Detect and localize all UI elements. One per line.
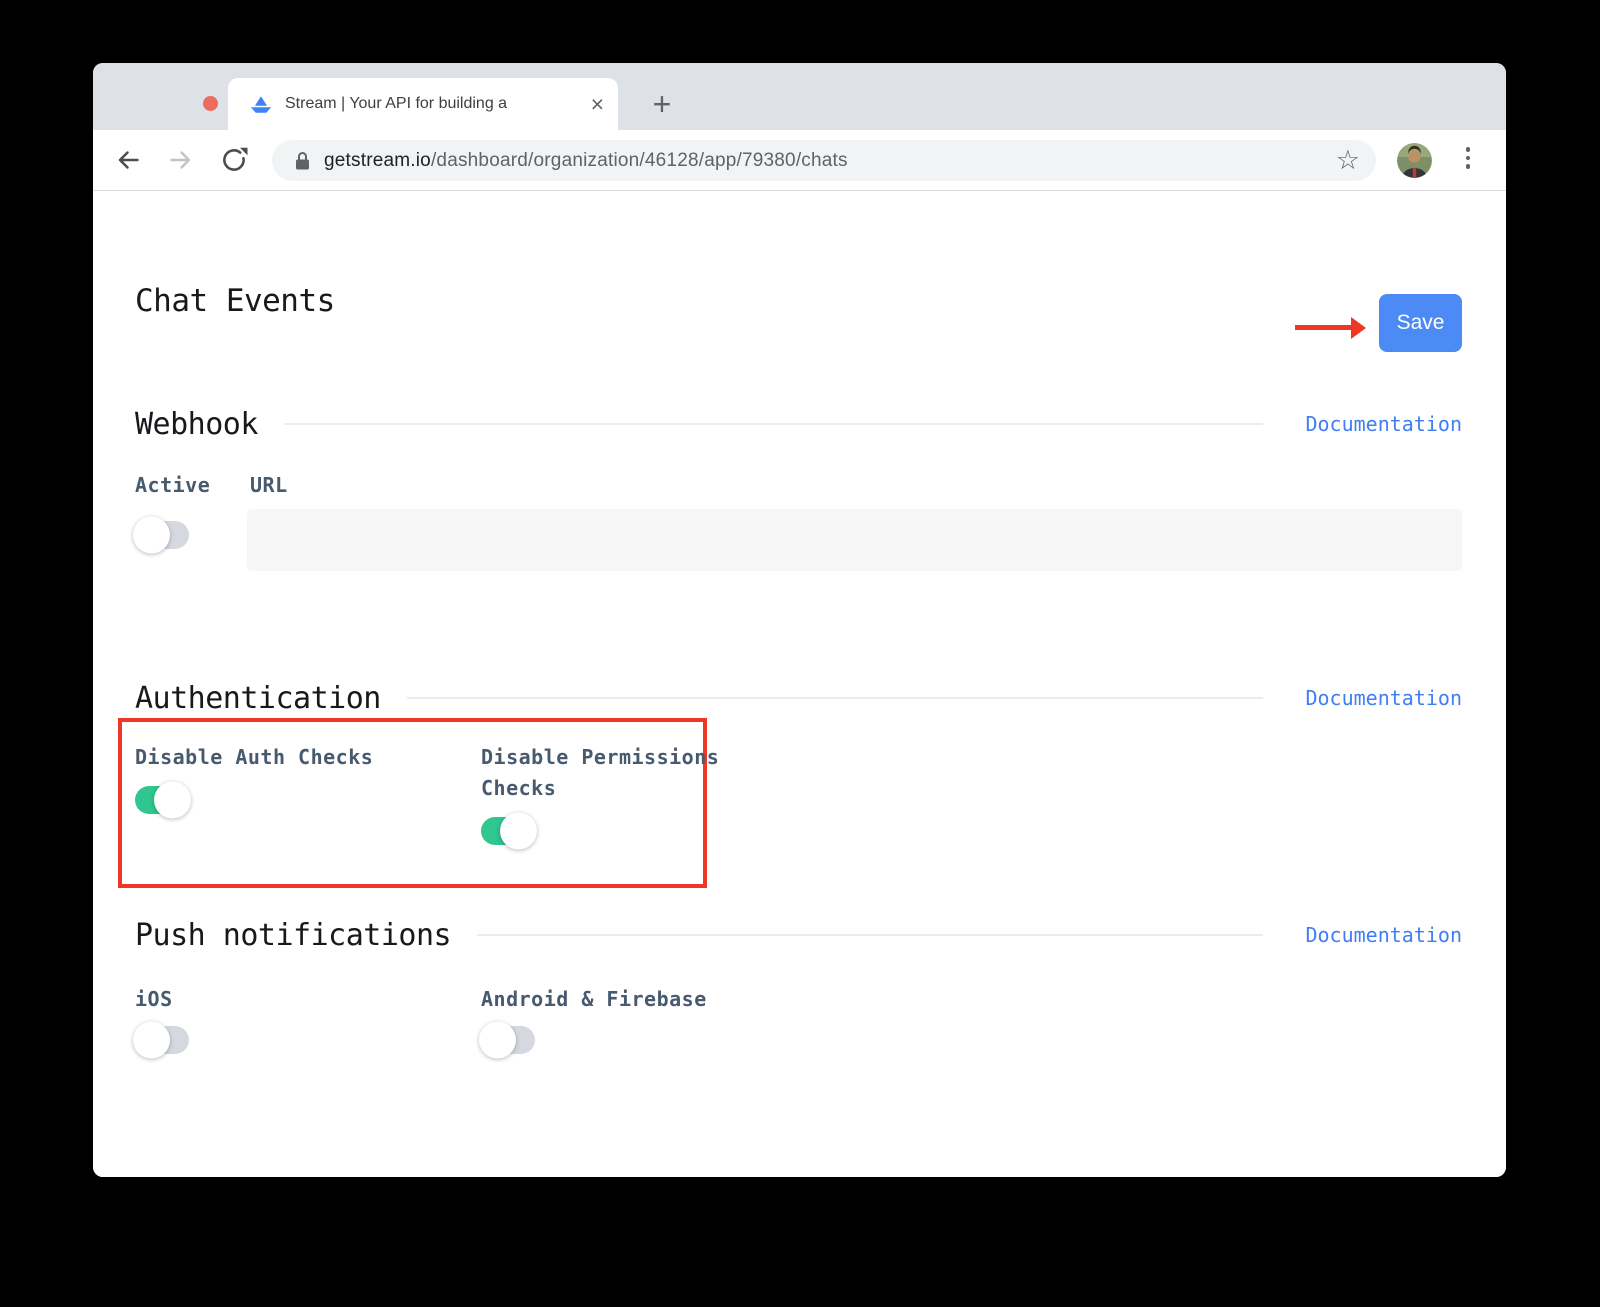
toggle-ios-push[interactable] [133,1021,189,1059]
page-title: Chat Events [135,283,335,319]
section-title: Push notifications [135,917,452,953]
annotation-arrow [1295,316,1366,339]
section-header-authentication: Authentication Documentation [135,677,1462,719]
tab-strip: Stream | Your API for building a × + [93,63,1506,130]
toggle-android-firebase-push[interactable] [479,1021,535,1059]
back-icon[interactable] [113,145,143,175]
tab-title: Stream | Your API for building a [285,95,508,112]
field-label-url: URL [250,473,288,497]
url-text: getstream.io/dashboard/organization/4612… [324,150,848,172]
toggle-knob [479,1021,516,1059]
profile-avatar[interactable] [1397,143,1432,178]
url-domain: getstream.io [324,149,431,171]
toggle-disable-auth-checks[interactable] [135,781,191,819]
documentation-link[interactable]: Documentation [1305,412,1462,436]
section-divider [283,423,1264,425]
toggle-knob [133,516,170,554]
close-tab-icon[interactable]: × [591,92,604,116]
field-label-disable-auth-checks: Disable Auth Checks [135,745,374,769]
browser-tab[interactable]: Stream | Your API for building a × [228,78,618,130]
toggle-knob [133,1021,170,1059]
lock-icon[interactable] [294,150,311,172]
url-path: /dashboard/organization/46128/app/79380/… [430,149,848,171]
webhook-url-input[interactable] [247,509,1462,571]
page-content: Chat Events Save Webhook Documentation A… [93,191,1506,1177]
field-label-disable-permissions-checks: Disable Permissions Checks [481,745,720,800]
section-divider [477,934,1264,936]
section-title: Webhook [135,406,258,442]
browser-toolbar: getstream.io/dashboard/organization/4612… [93,130,1506,191]
section-title: Authentication [135,680,381,716]
section-header-push-notifications: Push notifications Documentation [135,914,1462,956]
url-bar[interactable]: getstream.io/dashboard/organization/4612… [272,140,1376,181]
new-tab-button[interactable]: + [641,83,683,125]
field-label-android-firebase: Android & Firebase [481,987,707,1011]
desktop-background: Stream | Your API for building a × + get… [0,0,1600,1307]
browser-window: Stream | Your API for building a × + get… [93,63,1506,1177]
toggle-webhook-active[interactable] [133,516,189,554]
field-label-active: Active [135,473,211,497]
documentation-link[interactable]: Documentation [1305,686,1462,710]
save-button[interactable]: Save [1379,294,1462,352]
documentation-link[interactable]: Documentation [1305,923,1462,947]
toggle-disable-permissions-checks[interactable] [481,812,537,850]
forward-icon[interactable] [166,145,196,175]
toggle-knob [500,812,537,850]
bookmark-star-icon[interactable]: ☆ [1336,147,1360,174]
section-header-webhook: Webhook Documentation [135,403,1462,445]
close-window-button[interactable] [203,96,218,111]
field-label-ios: iOS [135,987,173,1011]
stream-boat-icon [250,95,272,114]
reload-icon[interactable] [219,145,249,175]
section-divider [406,697,1264,699]
browser-menu-icon[interactable] [1465,147,1471,169]
toggle-knob [154,781,191,819]
